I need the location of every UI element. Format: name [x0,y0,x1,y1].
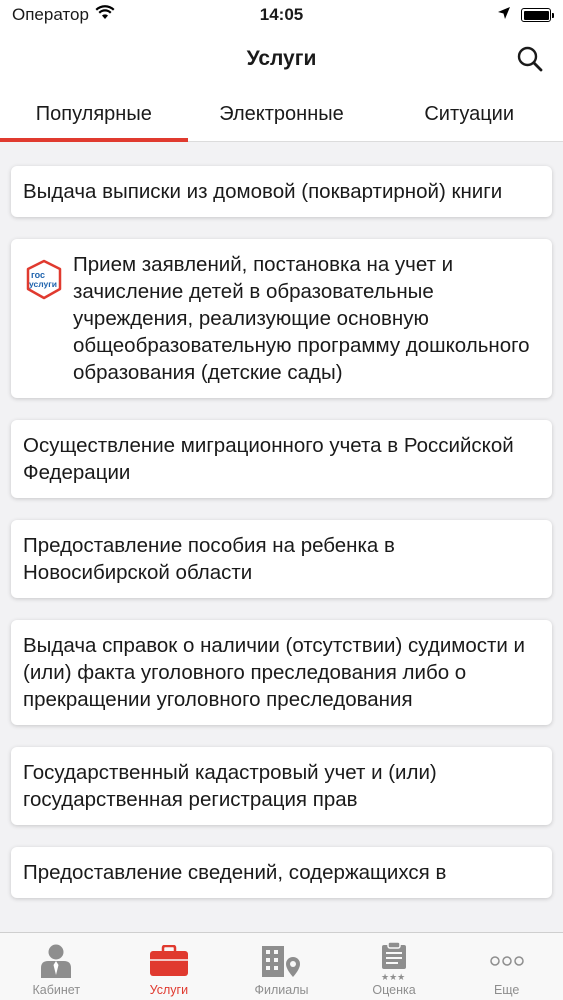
tabbar-label: Еще [493,983,520,997]
tabbar-label: Филиалы [254,983,309,997]
wifi-icon [95,5,115,25]
bottom-tab-bar: Кабинет Услуги Филиалы ★★★ Оценка Еще [0,932,563,1000]
tabbar-item-rating[interactable]: ★★★ Оценка [338,933,451,1000]
nav-bar: Услуги [0,30,563,88]
service-title: Выдача выписки из домовой (поквартирной)… [23,180,503,203]
clipboard-stars-icon: ★★★ [378,939,410,983]
service-card[interactable]: Предоставление пособия на ребенка в Ново… [11,520,552,598]
tab-situations[interactable]: Ситуации [375,88,563,141]
service-card[interactable]: Государственный кадастровый учет и (или)… [11,747,552,825]
status-right [497,5,554,25]
service-card[interactable]: Выдача справок о наличии (отсутствии) су… [11,620,552,725]
battery-icon [521,8,554,22]
tabbar-item-cabinet[interactable]: Кабинет [0,933,113,1000]
briefcase-icon [149,939,189,983]
more-dots-icon [489,939,525,983]
service-card[interactable]: гос услуги Прием заявлений, постановка н… [11,239,552,398]
status-left: Оператор [12,5,115,25]
svg-text:★★★: ★★★ [381,973,405,981]
service-title: Предоставление сведений, содержащихся в [23,861,447,884]
search-button[interactable] [513,42,547,76]
status-bar: Оператор 14:05 [0,0,563,30]
carrier-label: Оператор [12,5,89,24]
service-title: Прием заявлений, постановка на учет и за… [73,253,530,384]
service-card[interactable]: Предоставление сведений, содержащихся в [11,847,552,898]
tab-electronic[interactable]: Электронные [188,88,376,141]
search-icon [517,46,543,72]
location-arrow-icon [497,5,511,25]
service-card[interactable]: Осуществление миграционного учета в Росс… [11,420,552,498]
tabbar-item-branches[interactable]: Филиалы [225,933,338,1000]
services-list[interactable]: Выдача выписки из домовой (поквартирной)… [0,142,563,932]
person-icon [39,939,73,983]
tabbar-label: Оценка [372,983,416,997]
tabbar-item-services[interactable]: Услуги [113,933,226,1000]
category-tabs: Популярные Электронные Ситуации [0,88,563,142]
page-title: Услуги [246,47,317,70]
tabbar-item-more[interactable]: Еще [450,933,563,1000]
gosuslugi-logo-icon: гос услуги [26,259,62,300]
service-title: Предоставление пособия на ребенка в Ново… [23,534,395,584]
service-title: Выдача справок о наличии (отсутствии) су… [23,634,525,711]
tabbar-label: Услуги [149,983,189,997]
svg-text:услуги: услуги [29,279,57,289]
tabbar-label: Кабинет [32,983,81,997]
service-title: Государственный кадастровый учет и (или)… [23,761,437,811]
building-pin-icon [260,939,302,983]
service-title: Осуществление миграционного учета в Росс… [23,434,514,484]
tab-popular[interactable]: Популярные [0,88,188,142]
service-card[interactable]: Выдача выписки из домовой (поквартирной)… [11,166,552,217]
